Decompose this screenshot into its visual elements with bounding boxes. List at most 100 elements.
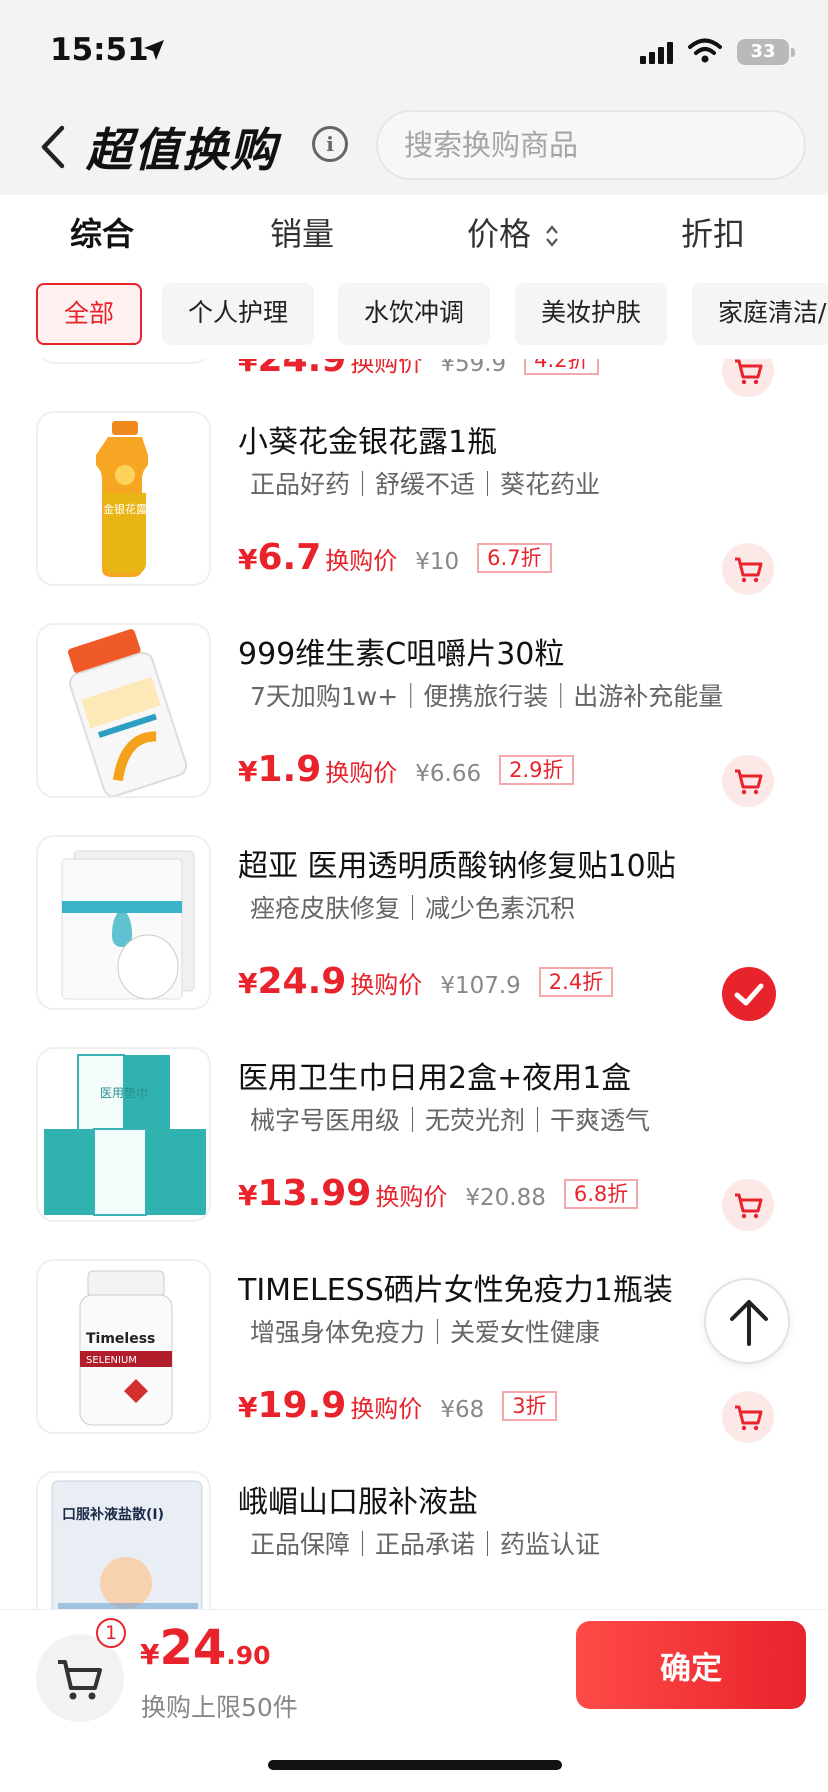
product-name: 超亚 医用透明质酸钠修复贴10贴 bbox=[238, 849, 676, 884]
bottle-band-text: SELENIUM bbox=[86, 1355, 137, 1366]
check-icon bbox=[734, 983, 764, 1006]
original-price: ¥59.9 bbox=[440, 359, 507, 377]
list-item[interactable]: 金银花露 小葵花金银花露1瓶 正品好药｜舒缓不适｜葵花药业 ¥6.7 换购价 ¥10… bbox=[0, 411, 828, 623]
vitamin-bottle-icon bbox=[68, 629, 188, 796]
sort-tab-price[interactable]: 价格 bbox=[467, 209, 559, 255]
cart-count-badge: 1 bbox=[96, 1618, 126, 1648]
chip-drinks[interactable]: 水饮冲调 bbox=[338, 283, 491, 345]
price-label: 换购价 bbox=[350, 359, 423, 377]
search-box[interactable] bbox=[376, 110, 806, 180]
chip-home-cleaning[interactable]: 家庭清洁/ bbox=[692, 283, 828, 345]
sort-tab-price-label: 价格 bbox=[467, 215, 532, 253]
cart-icon bbox=[735, 769, 763, 795]
sort-tab-discount[interactable]: 折扣 bbox=[681, 209, 745, 255]
price-line: ¥13.99 换购价 ¥20.88 6.8折 bbox=[238, 1173, 639, 1214]
bottle-brand-text: Timeless bbox=[86, 1331, 155, 1347]
sort-tab-sales[interactable]: 销量 bbox=[270, 209, 334, 255]
category-chips: 全部 个人护理 水饮冲调 美妆护肤 家庭清洁/ bbox=[0, 269, 828, 359]
product-list: ¥24.9 换购价 ¥59.9 4.2折 金银花露 小葵花金银花露1瓶 正品好药｜舒缓… bbox=[0, 359, 828, 1609]
total-currency: ¥ bbox=[140, 1638, 160, 1671]
product-thumbnail bbox=[36, 359, 211, 364]
status-time: 15:51 bbox=[50, 32, 149, 68]
currency-symbol: ¥ bbox=[238, 755, 258, 788]
product-thumbnail bbox=[36, 623, 211, 798]
wifi-icon bbox=[688, 38, 722, 63]
product-thumbnail bbox=[36, 835, 211, 1010]
exchange-price: 24.9 bbox=[257, 961, 347, 1002]
product-name: 999维生素C咀嚼片30粒 bbox=[238, 637, 565, 672]
honeysuckle-bottle-icon: 金银花露 bbox=[96, 421, 148, 577]
price-line: ¥19.9 换购价 ¥68 3折 bbox=[238, 1385, 557, 1426]
exchange-price: 13.99 bbox=[257, 1173, 372, 1214]
product-tags: 正品保障｜正品承诺｜药监认证 bbox=[250, 1530, 601, 1559]
cart-icon bbox=[735, 1193, 763, 1219]
discount-badge: 6.8折 bbox=[563, 1179, 639, 1209]
arrow-up-icon bbox=[730, 1300, 768, 1346]
discount-badge: 2.9折 bbox=[499, 755, 574, 785]
product-thumbnail: 口服补液盐散(I) bbox=[36, 1471, 211, 1609]
add-to-cart-button[interactable] bbox=[722, 1391, 774, 1443]
back-to-top-button[interactable] bbox=[704, 1278, 790, 1364]
product-name: 医用卫生巾日用2盒+夜用1盒 bbox=[238, 1061, 632, 1096]
list-item[interactable]: 医用垫巾 医用卫生巾日用2盒+夜用1盒 械字号医用级｜无荧光剂｜干爽透气 ¥13… bbox=[0, 1047, 828, 1259]
pad-boxes-icon: 医用垫巾 bbox=[44, 1054, 206, 1216]
exchange-price: 24.9 bbox=[257, 359, 347, 380]
currency-symbol: ¥ bbox=[238, 543, 258, 576]
back-arrow-icon[interactable] bbox=[36, 122, 72, 172]
product-tags: 7天加购1w+｜便携旅行装｜出游补充能量 bbox=[250, 682, 724, 711]
sort-tab-comprehensive[interactable]: 综合 bbox=[70, 209, 134, 255]
product-tags: 增强身体免疫力｜关爱女性健康 bbox=[250, 1318, 601, 1347]
product-thumbnail: 医用垫巾 bbox=[36, 1047, 211, 1222]
total-integer: 24 bbox=[159, 1620, 227, 1676]
original-price: ¥10 bbox=[415, 549, 460, 575]
price-label: 换购价 bbox=[325, 547, 398, 575]
price-line: ¥24.9 换购价 ¥107.9 2.4折 bbox=[238, 961, 614, 1002]
pack-label-text: 口服补液盐散(I) bbox=[62, 1506, 164, 1523]
original-price: ¥107.9 bbox=[440, 973, 521, 999]
bottle-label-text: 金银花露 bbox=[103, 502, 147, 516]
list-item[interactable]: 口服补液盐散(I) 峨嵋山口服补液盐 正品保障｜正品承诺｜药监认证 bbox=[0, 1471, 828, 1609]
chip-personal-care[interactable]: 个人护理 bbox=[162, 283, 315, 345]
product-tags: 械字号医用级｜无荧光剂｜干爽透气 bbox=[250, 1106, 651, 1135]
original-price: ¥20.88 bbox=[465, 1185, 546, 1211]
info-icon[interactable]: i bbox=[312, 126, 348, 162]
selected-check-button[interactable] bbox=[722, 967, 776, 1021]
home-indicator bbox=[268, 1760, 562, 1770]
discount-badge: 6.7折 bbox=[477, 543, 552, 573]
sort-tabs: 综合 销量 价格 折扣 bbox=[0, 195, 828, 269]
list-item[interactable]: ¥24.9 换购价 ¥59.9 4.2折 bbox=[0, 359, 828, 401]
price-line: ¥1.9 换购价 ¥6.66 2.9折 bbox=[238, 749, 574, 790]
list-item[interactable]: Timeless SELENIUM TIMELESS硒片女性免疫力1瓶装 增强身… bbox=[0, 1259, 828, 1471]
price-label: 换购价 bbox=[325, 759, 398, 787]
add-to-cart-button[interactable] bbox=[722, 543, 774, 595]
list-item[interactable]: 超亚 医用透明质酸钠修复贴10贴 痤疮皮肤修复｜减少色素沉积 ¥24.9 换购价 ¥… bbox=[0, 835, 828, 1047]
price-label: 换购价 bbox=[350, 1395, 423, 1423]
currency-symbol: ¥ bbox=[238, 967, 258, 1000]
search-input[interactable] bbox=[378, 112, 804, 178]
confirm-button[interactable]: 确定 bbox=[576, 1621, 806, 1709]
battery-icon: 33 bbox=[737, 39, 789, 65]
chip-all[interactable]: 全部 bbox=[36, 283, 143, 345]
price-label: 换购价 bbox=[375, 1183, 448, 1211]
product-thumbnail: Timeless SELENIUM bbox=[36, 1259, 211, 1434]
box-label-text: 医用垫巾 bbox=[100, 1085, 148, 1100]
add-to-cart-button[interactable] bbox=[722, 755, 774, 807]
add-to-cart-button[interactable] bbox=[722, 359, 774, 397]
total-decimal: .90 bbox=[226, 1641, 271, 1670]
chip-beauty[interactable]: 美妆护肤 bbox=[515, 283, 668, 345]
page-title: 超值换购 bbox=[86, 123, 278, 177]
oral-rehydration-pack-icon: 口服补液盐散(I) bbox=[51, 1480, 203, 1609]
battery-cap bbox=[791, 48, 795, 57]
product-tags: 正品好药｜舒缓不适｜葵花药业 bbox=[250, 470, 601, 499]
currency-symbol: ¥ bbox=[238, 359, 258, 378]
product-name: TIMELESS硒片女性免疫力1瓶装 bbox=[238, 1273, 673, 1308]
add-to-cart-button[interactable] bbox=[722, 1179, 774, 1231]
product-name: 峨嵋山口服补液盐 bbox=[238, 1485, 478, 1520]
selenium-bottle-icon: Timeless SELENIUM bbox=[79, 1270, 173, 1426]
exchange-limit-text: 换购上限50件 bbox=[141, 1693, 298, 1722]
product-thumbnail: 金银花露 bbox=[36, 411, 211, 586]
cart-icon bbox=[735, 1405, 763, 1431]
bottom-bar: 1 ¥24.90 换购上限50件 确定 bbox=[0, 1609, 828, 1792]
cart-icon bbox=[735, 359, 763, 385]
list-item[interactable]: 999维生素C咀嚼片30粒 7天加购1w+｜便携旅行装｜出游补充能量 ¥1.9 换… bbox=[0, 623, 828, 835]
